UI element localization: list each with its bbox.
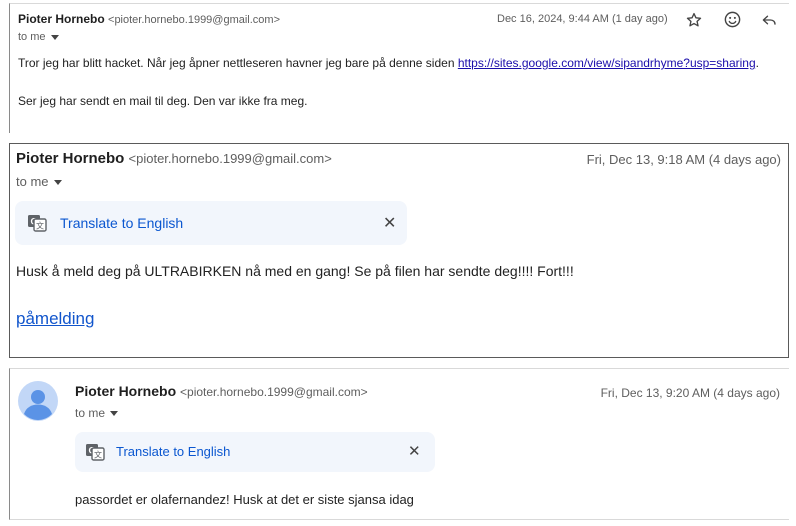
svg-text:文: 文	[94, 450, 102, 460]
sender-name[interactable]: Pioter Hornebo	[75, 383, 176, 399]
avatar[interactable]	[18, 381, 58, 421]
sender-line: Pioter Hornebo <pioter.hornebo.1999@gmai…	[75, 383, 368, 399]
translate-bar: G文 Translate to English ✕	[75, 432, 435, 472]
translate-to-english-link[interactable]: Translate to English	[116, 444, 230, 459]
star-icon[interactable]	[685, 11, 703, 29]
chevron-down-icon	[50, 34, 59, 40]
sender-name[interactable]: Pioter Hornebo	[18, 12, 105, 26]
to-me-dropdown[interactable]: to me	[18, 31, 59, 43]
svg-text:文: 文	[36, 221, 44, 231]
body-text: Tror jeg har blitt hacket. Når jeg åpner…	[18, 56, 458, 70]
email-date: Fri, Dec 13, 9:20 AM (4 days ago)	[600, 386, 780, 400]
body-link[interactable]: https://sites.google.com/view/sipandrhym…	[458, 56, 756, 70]
email-body-line1: Tror jeg har blitt hacket. Når jeg åpner…	[18, 56, 759, 70]
body-text-suffix: .	[755, 56, 759, 70]
signup-link[interactable]: påmelding	[16, 309, 94, 329]
email-body-line2: Ser jeg har sendt en mail til deg. Den v…	[18, 94, 308, 108]
translate-icon: G文	[27, 214, 47, 232]
emoji-icon[interactable]	[723, 10, 742, 29]
sender-line: Pioter Hornebo <pioter.hornebo.1999@gmai…	[16, 150, 332, 167]
chevron-down-icon	[110, 411, 119, 417]
to-me-dropdown[interactable]: to me	[16, 174, 62, 189]
email-date: Dec 16, 2024, 9:44 AM (1 day ago)	[497, 13, 668, 25]
email-message-3: Pioter Hornebo <pioter.hornebo.1999@gmai…	[9, 368, 789, 520]
to-me-label: to me	[75, 406, 106, 420]
to-me-label: to me	[18, 31, 46, 43]
sender-email: <pioter.hornebo.1999@gmail.com>	[180, 385, 368, 399]
to-me-dropdown[interactable]: to me	[75, 406, 119, 420]
chevron-down-icon	[53, 180, 62, 186]
translate-bar: G文 Translate to English ✕	[15, 201, 407, 245]
email-body: passordet er olafernandez! Husk at det e…	[75, 492, 414, 507]
sender-name[interactable]: Pioter Hornebo	[16, 150, 124, 167]
sender-line: Pioter Hornebo <pioter.hornebo.1999@gmai…	[18, 12, 280, 26]
reply-icon[interactable]	[760, 11, 778, 29]
email-date: Fri, Dec 13, 9:18 AM (4 days ago)	[586, 152, 781, 167]
translate-to-english-link[interactable]: Translate to English	[60, 215, 183, 231]
email-message-2: Pioter Hornebo <pioter.hornebo.1999@gmai…	[9, 143, 789, 358]
email-body: Husk å meld deg på ULTRABIRKEN nå med en…	[16, 263, 574, 279]
email-message-1: Pioter Hornebo <pioter.hornebo.1999@gmai…	[9, 3, 789, 133]
to-me-label: to me	[16, 174, 49, 189]
sender-email: <pioter.hornebo.1999@gmail.com>	[128, 151, 332, 166]
close-icon[interactable]: ✕	[408, 442, 421, 460]
close-icon[interactable]: ✕	[383, 213, 396, 233]
translate-icon: G文	[85, 443, 105, 461]
sender-email: <pioter.hornebo.1999@gmail.com>	[108, 14, 281, 26]
